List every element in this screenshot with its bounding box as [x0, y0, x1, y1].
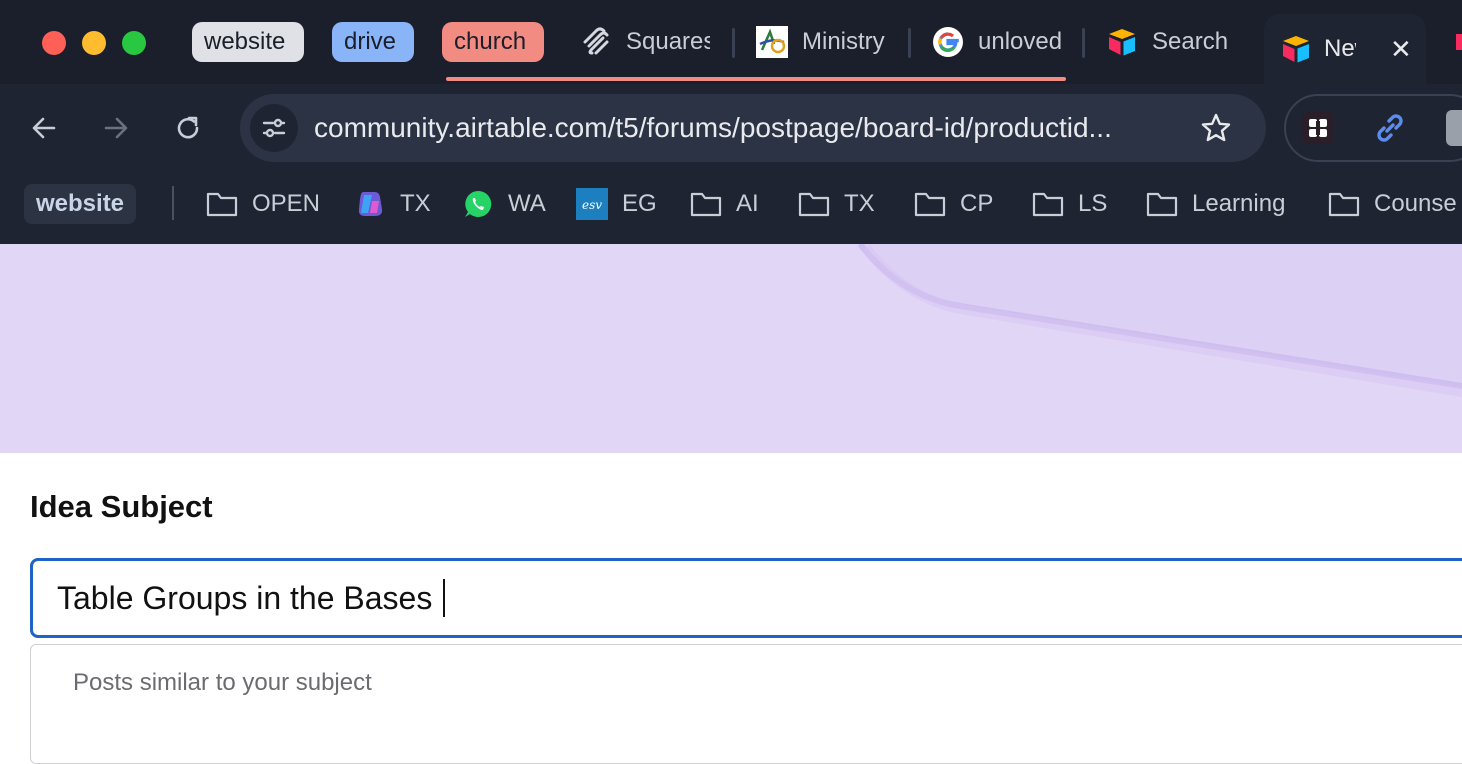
tab-label: Search: [1152, 28, 1229, 55]
squarespace-icon: [580, 26, 612, 58]
tab-label: New: [1324, 35, 1356, 62]
reload-button[interactable]: [166, 106, 210, 150]
tab-strip: website drive church Squarespace Ministr…: [0, 0, 1462, 84]
bookmark-learning[interactable]: Learning: [1146, 184, 1285, 224]
link-icon[interactable]: [1372, 110, 1408, 146]
tab-label: Squarespace: [626, 28, 710, 55]
site-info-button[interactable]: [250, 104, 298, 152]
forward-button[interactable]: [94, 106, 138, 150]
idea-subject-input[interactable]: [30, 558, 1462, 638]
idea-subject-label: Idea Subject: [30, 489, 213, 524]
tune-icon: [262, 118, 286, 138]
tab-group-church-underline: [446, 77, 1066, 81]
reload-icon: [177, 116, 199, 139]
bookmark-wa[interactable]: WA: [462, 184, 546, 224]
bookmark-counse[interactable]: Counse: [1328, 184, 1462, 224]
address-bar[interactable]: community.airtable.com/t5/forums/postpag…: [240, 94, 1266, 162]
tab-group-drive[interactable]: drive: [332, 22, 414, 62]
esv-icon: esv: [576, 188, 608, 220]
url-text[interactable]: community.airtable.com/t5/forums/postpag…: [314, 110, 1194, 146]
folder-icon: [1032, 188, 1064, 220]
extensions-area: [1284, 94, 1462, 162]
extension-icon[interactable]: [1446, 110, 1462, 146]
tab-group-church[interactable]: church: [442, 22, 544, 62]
whatsapp-icon: [462, 188, 494, 220]
bookmark-open[interactable]: OPEN: [206, 184, 320, 224]
browser-chrome: website drive church Squarespace Ministr…: [0, 0, 1462, 244]
airtable-icon: [1280, 33, 1312, 65]
folder-icon: [690, 188, 722, 220]
airtable-icon: [1106, 26, 1138, 58]
tab-label: Ministry: [802, 28, 885, 55]
bookmark-eg[interactable]: esv EG: [576, 184, 657, 224]
google-icon: [932, 26, 964, 58]
bookmark-ai[interactable]: AI: [690, 184, 759, 224]
tab-search[interactable]: Search: [1106, 16, 1246, 68]
tab-separator: [732, 28, 735, 58]
folder-icon: [914, 188, 946, 220]
close-tab-icon[interactable]: ✕: [1390, 34, 1412, 65]
bookmarks-bar: website OPEN TX WA esv EG AI TX CP LS Le…: [0, 178, 1462, 228]
tab-ministry[interactable]: Ministry: [756, 16, 890, 68]
similar-posts-panel: Posts similar to your subject: [30, 644, 1462, 764]
folder-icon: [206, 188, 238, 220]
bookmark-cp[interactable]: CP: [914, 184, 993, 224]
copilot-icon: [354, 188, 386, 220]
back-button[interactable]: [22, 106, 66, 150]
arrow-left-icon: [32, 117, 56, 139]
hero-banner: [0, 244, 1462, 453]
bookmark-tx-copilot[interactable]: TX: [354, 184, 431, 224]
tab-label: unloved: [978, 28, 1062, 55]
folder-icon: [1328, 188, 1360, 220]
tab-separator: [908, 28, 911, 58]
similar-posts-label: Posts similar to your subject: [73, 669, 372, 696]
bookmark-star-button[interactable]: [1198, 110, 1234, 146]
svg-text:esv: esv: [582, 198, 602, 212]
hero-decoration: [0, 244, 1462, 453]
tab-separator: [1082, 28, 1085, 58]
star-icon: [1201, 113, 1231, 142]
tab-unloved[interactable]: unloved: [932, 16, 1066, 68]
tab-group-website[interactable]: website: [192, 22, 304, 62]
ministry-logo-icon: [756, 26, 788, 58]
bookmark-group-website[interactable]: website: [24, 184, 137, 224]
arrow-right-icon: [104, 117, 128, 139]
tab-overflow[interactable]: [1450, 30, 1462, 54]
extension-grid-icon[interactable]: [1302, 112, 1334, 144]
folder-icon: [1146, 188, 1178, 220]
bookmark-ls[interactable]: LS: [1032, 184, 1107, 224]
minimize-window-button[interactable]: [82, 31, 106, 55]
tab-squarespace[interactable]: Squarespace: [580, 16, 710, 68]
close-window-button[interactable]: [42, 31, 66, 55]
folder-icon: [798, 188, 830, 220]
bookmarks-divider: [172, 186, 174, 220]
tab-new-active[interactable]: New ✕: [1264, 14, 1426, 84]
text-caret: [443, 579, 445, 617]
fullscreen-window-button[interactable]: [122, 31, 146, 55]
bookmark-tx[interactable]: TX: [798, 184, 875, 224]
